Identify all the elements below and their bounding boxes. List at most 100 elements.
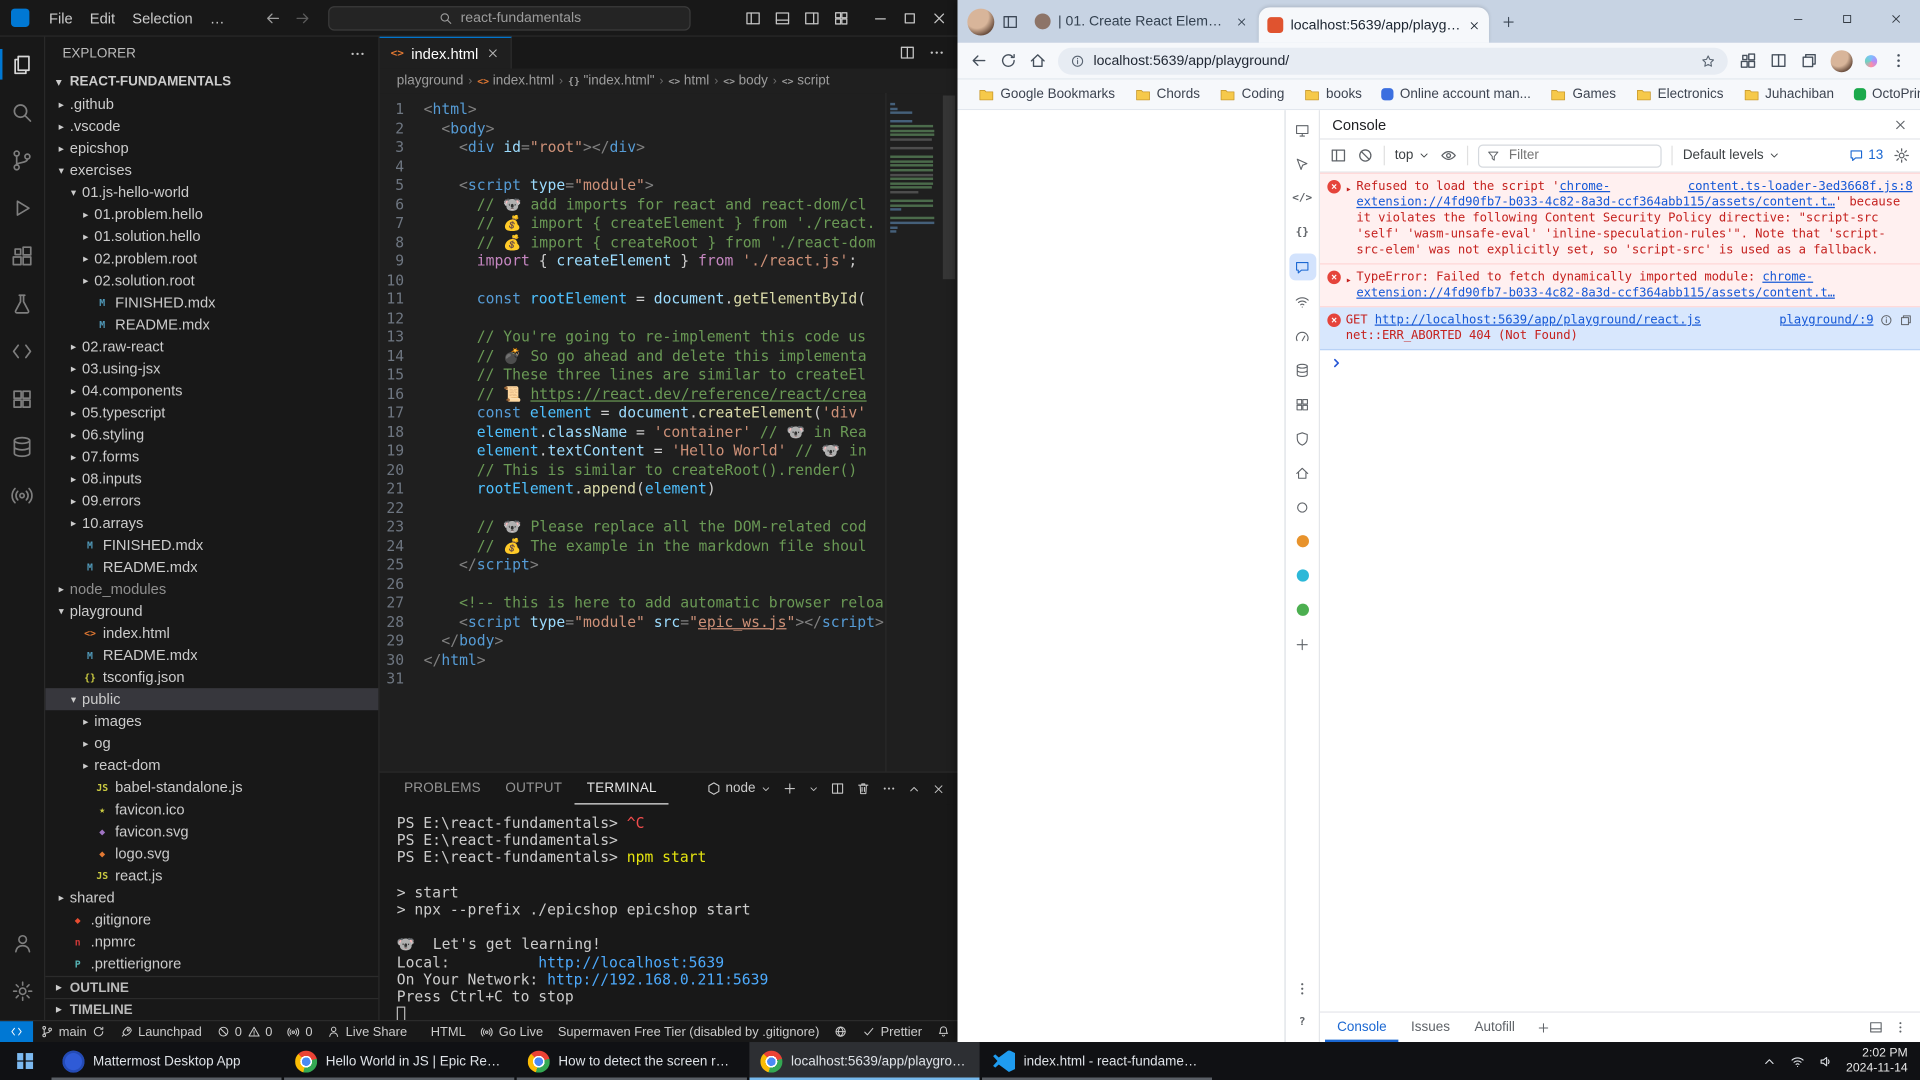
status-problems[interactable]: 00	[209, 1021, 280, 1042]
tree-item-01.problem.hello[interactable]: ▸01.problem.hello	[45, 203, 378, 225]
activity-run-debug[interactable]	[0, 184, 45, 232]
devtools-more-tools[interactable]	[1289, 975, 1316, 1002]
console-message[interactable]: ×▸TypeError: Failed to fetch dynamically…	[1320, 264, 1920, 307]
tray-volume[interactable]	[1818, 1054, 1833, 1069]
minimap[interactable]	[885, 93, 940, 771]
toggle-secondary-sidebar-button[interactable]	[803, 9, 820, 26]
info-icon[interactable]	[1880, 313, 1893, 326]
activity-remote-explorer[interactable]	[0, 327, 45, 375]
tree-item-01.js-hello-world[interactable]: ▾01.js-hello-world	[45, 181, 378, 203]
bookmark-octoprint[interactable]: OctoPrint	[1845, 84, 1920, 104]
section-timeline[interactable]: ▸TIMELINE	[45, 998, 378, 1020]
devtools-device-toolbar[interactable]	[1289, 116, 1316, 143]
bookmark-online-account-man-[interactable]: Online account man...	[1373, 84, 1540, 104]
activity-accounts[interactable]	[0, 920, 45, 968]
code-line[interactable]: 8 // 💰 import { createRoot } from './rea…	[380, 233, 884, 252]
toolbar-extensions[interactable]	[1739, 51, 1757, 69]
tab-actions-menu-button[interactable]	[1002, 13, 1019, 30]
status-ports[interactable]: 0	[280, 1021, 320, 1042]
devtools-recorder-panel[interactable]	[1289, 493, 1316, 520]
breadcrumb-item[interactable]: <>body	[723, 73, 768, 88]
panel-tab-problems[interactable]: PROBLEMS	[392, 773, 493, 805]
tree-item-.prettierignore[interactable]: P.prettierignore	[45, 953, 378, 975]
tree-item-.github[interactable]: ▸.github	[45, 93, 378, 115]
panel-tab-output[interactable]: OUTPUT	[493, 773, 574, 805]
breadcrumb-item[interactable]: playground	[397, 73, 464, 88]
toolbar-profile[interactable]	[1831, 50, 1853, 72]
code-line[interactable]: 12	[380, 309, 884, 328]
console-link[interactable]: http://localhost:5639/app/playground/rea…	[1375, 313, 1701, 326]
bookmark-juhachiban[interactable]: Juhachiban	[1735, 84, 1843, 105]
activity-database[interactable]	[0, 422, 45, 470]
terminal-profile[interactable]: node	[706, 781, 771, 796]
tree-item-07.forms[interactable]: ▸07.forms	[45, 446, 378, 468]
tree-item-node_modules[interactable]: ▸node_modules	[45, 578, 378, 600]
menu-file[interactable]: File	[40, 7, 81, 29]
menu-selection[interactable]: Selection	[124, 7, 202, 29]
code-line[interactable]: 30</html>	[380, 651, 884, 670]
code-editor[interactable]: 1<html>2 <body>3 <div id="root"></div>45…	[380, 93, 958, 771]
editor-more-actions-button[interactable]	[928, 44, 945, 61]
new-tab-button[interactable]	[1501, 14, 1516, 29]
editor-tab-index-html[interactable]: <> index.html	[380, 37, 512, 69]
tree-item-favicon.ico[interactable]: ★favicon.ico	[45, 798, 378, 820]
expand-caret-icon[interactable]: ▸	[1346, 272, 1352, 288]
console-source-link[interactable]: content.ts-loader-3ed3668f.js:8	[1688, 179, 1913, 195]
code-line[interactable]: 11 const rootElement = document.getEleme…	[380, 290, 884, 309]
terminal-dropdown-icon[interactable]	[808, 783, 819, 794]
devtools-help[interactable]: ?	[1289, 1009, 1316, 1036]
terminal-output[interactable]: PS E:\react-fundamentals> ^CPS E:\react-…	[380, 804, 958, 1020]
devtools-console-panel[interactable]	[1289, 253, 1316, 280]
javascript-context-selector[interactable]: top	[1395, 148, 1431, 163]
code-line[interactable]: 23 // 🐨 Please replace all the DOM-relat…	[380, 518, 884, 537]
log-level-selector[interactable]: Default levels	[1683, 148, 1781, 163]
bookmark-chords[interactable]: Chords	[1126, 84, 1209, 105]
bookmark-coding[interactable]: Coding	[1211, 84, 1293, 105]
browser-home-button[interactable]	[1029, 51, 1047, 69]
breadcrumb-item[interactable]: <>index.html	[477, 73, 554, 88]
browser-close-button[interactable]	[1871, 0, 1920, 37]
kill-terminal-button[interactable]	[856, 781, 871, 796]
code-line[interactable]: 17 const element = document.createElemen…	[380, 404, 884, 423]
code-line[interactable]: 16 // 📜 https://react.dev/reference/reac…	[380, 385, 884, 404]
status-remote[interactable]	[0, 1021, 33, 1042]
code-line[interactable]: 24 // 💰 The example in the markdown file…	[380, 537, 884, 556]
code-line[interactable]: 22	[380, 499, 884, 518]
tree-item-README.mdx[interactable]: MREADME.mdx	[45, 556, 378, 578]
status-live-share[interactable]: Live Share	[320, 1021, 415, 1042]
tree-item-react-dom[interactable]: ▸react-dom	[45, 754, 378, 776]
browser-refresh-button[interactable]	[999, 51, 1017, 69]
code-line[interactable]: 31	[380, 670, 884, 689]
tree-item-public[interactable]: ▾public	[45, 688, 378, 710]
status-supermaven[interactable]: Supermaven Free Tier (disabled by .gitig…	[550, 1021, 826, 1042]
console-message[interactable]: ×▸content.ts-loader-3ed3668f.js:8Refused…	[1320, 173, 1920, 265]
drawer-tab-autofill[interactable]: Autofill	[1462, 1013, 1527, 1042]
devtools-network-panel[interactable]	[1289, 288, 1316, 315]
taskbar-clock[interactable]: 2:02 PM 2024-11-14	[1846, 1046, 1908, 1075]
breadcrumb-item[interactable]: <>html	[668, 73, 709, 88]
code-line[interactable]: 4	[380, 157, 884, 176]
page-viewport[interactable]	[958, 110, 1286, 1042]
panel-tab-terminal[interactable]: TERMINAL	[574, 773, 669, 805]
tree-item-02.problem.root[interactable]: ▸02.problem.root	[45, 247, 378, 269]
tree-item-05.typescript[interactable]: ▸05.typescript	[45, 402, 378, 424]
activity-settings[interactable]	[0, 967, 45, 1015]
toolbar-more-menu[interactable]	[1889, 51, 1907, 69]
tree-item-playground[interactable]: ▾playground	[45, 600, 378, 622]
tray-network[interactable]	[1790, 1054, 1805, 1069]
menu-edit[interactable]: Edit	[81, 7, 123, 29]
workspace-root-folder[interactable]: ▾ REACT-FUNDAMENTALS	[45, 71, 378, 93]
devtools-dock-panel[interactable]	[1869, 1020, 1884, 1035]
devtools-elements-panel[interactable]: </>	[1289, 185, 1316, 212]
tree-item-README.mdx[interactable]: MREADME.mdx	[45, 644, 378, 666]
tree-item-exercises[interactable]: ▾exercises	[45, 159, 378, 181]
code-line[interactable]: 18 element.className = 'container' // 🐨 …	[380, 423, 884, 442]
code-line[interactable]: 19 element.textContent = 'Hello World' /…	[380, 442, 884, 461]
status-go-live[interactable]: Go Live	[473, 1021, 550, 1042]
explorer-more-actions-button[interactable]	[349, 45, 366, 62]
code-line[interactable]: 25 </script>	[380, 556, 884, 575]
code-line[interactable]: 6 // 🐨 add imports for react and react-d…	[380, 195, 884, 214]
bookmark-games[interactable]: Games	[1542, 84, 1625, 105]
devtools-memory-panel[interactable]	[1289, 356, 1316, 383]
customize-layout-button[interactable]	[833, 9, 850, 26]
